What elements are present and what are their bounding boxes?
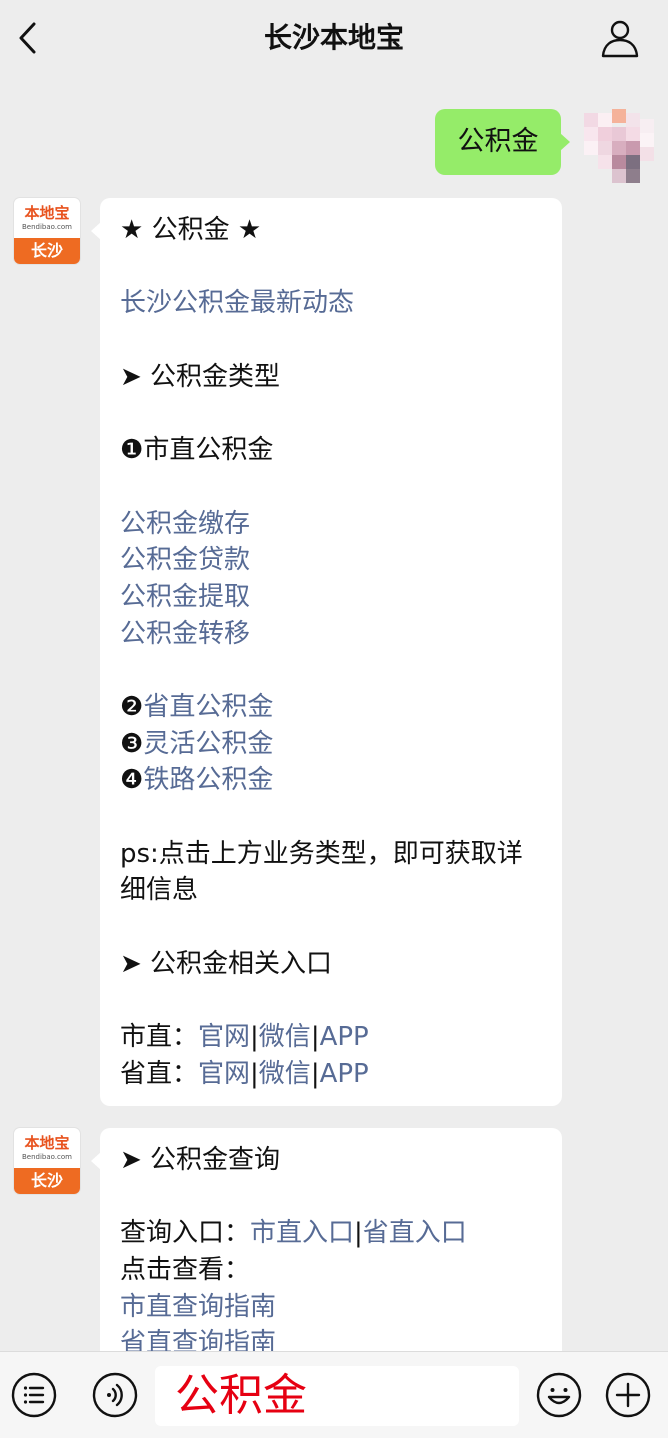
province-guide-link[interactable]: 省直查询指南 <box>120 1328 276 1351</box>
outgoing-message-bubble[interactable]: 公积金 <box>435 109 570 175</box>
query-entry-row: 查询入口：市直入口|省直入口 <box>120 1218 467 1249</box>
railway-fund-link[interactable]: 铁路公积金 <box>143 765 273 795</box>
loan-link[interactable]: 公积金贷款 <box>120 545 250 575</box>
bot-avatar[interactable]: 本地宝 Bendibao.com 长沙 <box>14 1128 80 1194</box>
deposit-link[interactable]: 公积金缴存 <box>120 509 250 539</box>
entry-row-city: 市直：官网|微信|APP <box>120 1022 369 1053</box>
avatar-city-label: 长沙 <box>14 238 80 264</box>
add-more-icon[interactable] <box>605 1372 651 1418</box>
message-input[interactable]: 公积金 <box>155 1366 519 1426</box>
city-query-link[interactable]: 市直入口 <box>250 1218 354 1248</box>
message-heading: ★ 公积金 ★ <box>120 215 262 245</box>
section-heading-types: ➤ 公积金类型 <box>120 361 281 392</box>
province-website-link[interactable]: 官网 <box>198 1059 250 1089</box>
voice-icon[interactable] <box>92 1372 138 1418</box>
province-fund-link[interactable]: 省直公积金 <box>143 692 273 722</box>
city-website-link[interactable]: 官网 <box>198 1022 250 1052</box>
user-avatar[interactable] <box>584 109 654 189</box>
section-heading-query: ➤ 公积金查询 <box>120 1145 281 1175</box>
avatar-domain-text: Bendibao.com <box>21 1153 72 1161</box>
top-bar: 长沙本地宝 <box>0 0 668 76</box>
view-label: 点击查看： <box>120 1255 251 1286</box>
menu-list-icon[interactable] <box>11 1372 57 1418</box>
city-guide-link[interactable]: 市直查询指南 <box>120 1292 276 1322</box>
input-bar: 公积金 <box>0 1351 668 1438</box>
section-heading-entries: ➤ 公积金相关入口 <box>120 948 333 979</box>
chat-title: 长沙本地宝 <box>263 21 404 54</box>
profile-icon[interactable] <box>598 16 642 60</box>
entry-row-province: 省直：官网|微信|APP <box>120 1058 369 1089</box>
avatar-domain-text: Bendibao.com <box>21 223 72 231</box>
list-number: ❷ <box>120 691 144 722</box>
province-query-link[interactable]: 省直入口 <box>363 1218 467 1248</box>
transfer-link[interactable]: 公积金转移 <box>120 619 250 649</box>
chat-area[interactable]: 公积金 本地宝 Bendibao.com 长沙 ★ 公积金 ★ 长沙公积金最新动… <box>0 76 668 1351</box>
bot-avatar[interactable]: 本地宝 Bendibao.com 长沙 <box>14 198 80 264</box>
withdraw-link[interactable]: 公积金提取 <box>120 582 250 612</box>
incoming-message-bubble: ➤ 公积金查询 查询入口：市直入口|省直入口 点击查看： 市直查询指南 省直查询… <box>91 1128 562 1351</box>
city-fund-heading: ❶市直公积金 <box>120 435 274 466</box>
list-number: ❹ <box>120 765 144 796</box>
ps-note: ps:点击上方业务类型，即可获取详细信息 <box>120 838 523 906</box>
latest-news-link[interactable]: 长沙公积金最新动态 <box>120 288 354 318</box>
emoji-icon[interactable] <box>536 1372 582 1418</box>
avatar-brand-logo: 本地宝 <box>24 1134 70 1152</box>
avatar-brand-logo: 本地宝 <box>24 204 70 222</box>
city-app-link[interactable]: APP <box>320 1022 369 1052</box>
incoming-message-bubble: ★ 公积金 ★ 长沙公积金最新动态 ➤ 公积金类型 ❶市直公积金 公积金缴存 公… <box>91 198 562 1106</box>
list-number: ❸ <box>120 728 144 759</box>
city-wechat-link[interactable]: 微信 <box>259 1022 311 1052</box>
flexible-fund-link[interactable]: 灵活公积金 <box>143 729 273 759</box>
avatar-city-label: 长沙 <box>14 1168 80 1194</box>
province-wechat-link[interactable]: 微信 <box>259 1059 311 1089</box>
province-app-link[interactable]: APP <box>320 1059 369 1089</box>
